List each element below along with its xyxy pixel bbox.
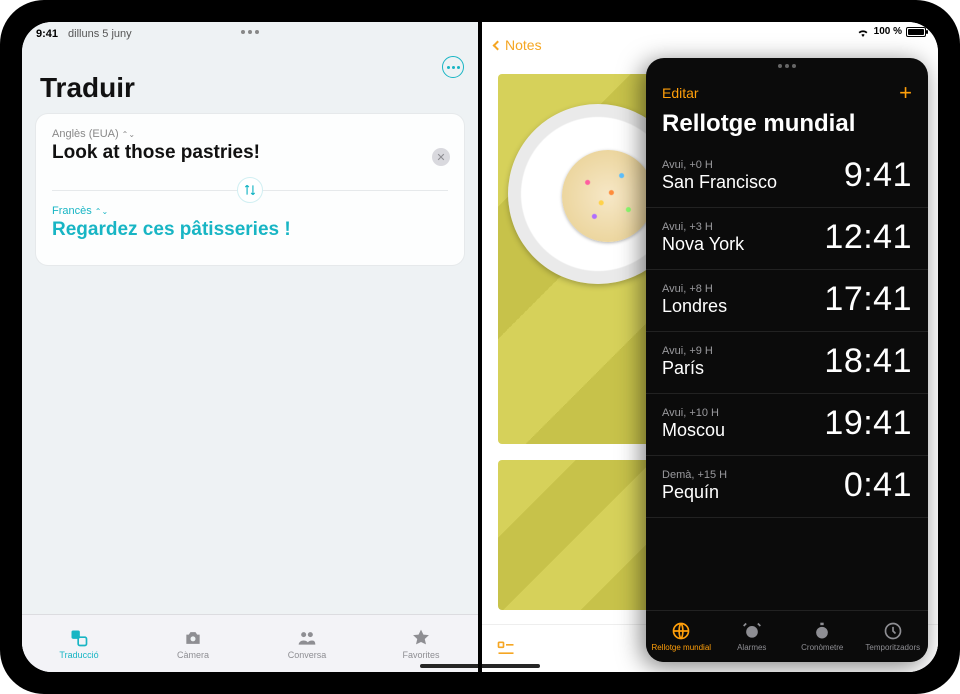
tab-stopwatch[interactable]: Cronòmetre — [787, 611, 858, 662]
translate-app: 9:41 dilluns 5 juny Traduir Anglès (EUA)… — [22, 22, 478, 672]
chevron-left-icon — [493, 40, 503, 50]
tab-label: Càmera — [177, 650, 209, 660]
clock-time: 18:41 — [824, 342, 912, 381]
clear-text-button[interactable]: ✕ — [432, 148, 450, 166]
translate-icon — [69, 628, 89, 648]
multitask-dots-icon[interactable] — [241, 30, 259, 34]
clock-row[interactable]: Avui, +3 H Nova York 12:41 — [646, 208, 928, 270]
clock-row[interactable]: Avui, +0 H San Francisco 9:41 — [646, 146, 928, 208]
clock-row[interactable]: Avui, +8 H Londres 17:41 — [646, 270, 928, 332]
tab-label: Cronòmetre — [801, 643, 843, 652]
timer-icon — [883, 621, 903, 641]
screen: 9:41 dilluns 5 juny Traduir Anglès (EUA)… — [22, 22, 938, 672]
clock-time: 9:41 — [844, 156, 912, 195]
plate-illustration — [508, 104, 658, 284]
globe-icon — [671, 621, 691, 641]
clock-tabbar: Rellotge mundial Alarmes Cronòmetre Temp… — [646, 610, 928, 662]
swap-languages-button[interactable] — [237, 177, 263, 203]
status-time: 9:41 — [36, 28, 58, 40]
chevron-updown-icon: ⌃⌄ — [95, 208, 108, 215]
world-clock-list[interactable]: Avui, +0 H San Francisco 9:41 Avui, +3 H… — [646, 146, 928, 610]
tab-conversation[interactable]: Conversa — [250, 615, 364, 672]
clock-city: Nova York — [662, 234, 744, 255]
note-image-2[interactable] — [498, 460, 658, 610]
clock-time: 19:41 — [824, 404, 912, 443]
tab-alarms[interactable]: Alarmes — [717, 611, 788, 662]
clock-title: Rellotge mundial — [646, 106, 928, 146]
tab-label: Alarmes — [737, 643, 766, 652]
clock-row[interactable]: Avui, +10 H Moscou 19:41 — [646, 394, 928, 456]
more-options-button[interactable] — [442, 56, 464, 78]
tab-label: Temporitzadors — [865, 643, 920, 652]
battery-percent: 100 % — [874, 26, 902, 37]
tab-camera[interactable]: Càmera — [136, 615, 250, 672]
translated-text: Regardez ces pâtisseries ! — [52, 219, 448, 241]
alarm-icon — [742, 621, 762, 641]
ipad-frame: 9:41 dilluns 5 juny Traduir Anglès (EUA)… — [0, 0, 960, 694]
notes-back-label: Notes — [505, 37, 542, 53]
wifi-icon — [856, 27, 870, 37]
note-image-1[interactable] — [498, 74, 658, 444]
home-indicator[interactable] — [420, 664, 540, 668]
tab-label: Traducció — [59, 650, 98, 660]
clock-row[interactable]: Avui, +9 H París 18:41 — [646, 332, 928, 394]
camera-icon — [183, 628, 203, 648]
clock-row[interactable]: Demà, +15 H Pequín 0:41 — [646, 456, 928, 518]
source-text[interactable]: Look at those pastries! — [52, 142, 448, 164]
clock-offset: Avui, +3 H — [662, 221, 744, 233]
tab-label: Rellotge mundial — [651, 643, 711, 652]
clock-slideover[interactable]: Editar + Rellotge mundial Avui, +0 H San… — [646, 58, 928, 662]
tab-label: Conversa — [288, 650, 327, 660]
card-divider — [52, 190, 448, 191]
source-language-label: Anglès (EUA) — [52, 128, 119, 140]
tab-label: Favorites — [402, 650, 439, 660]
tab-world-clock[interactable]: Rellotge mundial — [646, 611, 717, 662]
tab-timers[interactable]: Temporitzadors — [858, 611, 929, 662]
clock-city: Londres — [662, 296, 727, 317]
clock-city: Moscou — [662, 420, 725, 441]
status-bar-right: 100 % — [856, 26, 926, 37]
page-title: Traduir — [22, 42, 478, 114]
star-icon — [411, 628, 431, 648]
stopwatch-icon — [812, 621, 832, 641]
clock-time: 17:41 — [824, 280, 912, 319]
notes-app: 100 % Notes — [482, 22, 938, 672]
clock-offset: Avui, +8 H — [662, 283, 727, 295]
status-date: dilluns 5 juny — [68, 28, 132, 40]
chevron-updown-icon: ⌃⌄ — [122, 131, 135, 138]
people-icon — [297, 628, 317, 648]
clock-offset: Avui, +0 H — [662, 159, 777, 171]
battery-icon — [906, 27, 926, 37]
clock-city: París — [662, 358, 713, 379]
translate-tabbar: Traducció Càmera Conversa Favorites — [22, 614, 478, 672]
checklist-icon[interactable] — [496, 639, 516, 659]
target-language-label: Francès — [52, 205, 92, 217]
clock-offset: Avui, +9 H — [662, 345, 713, 357]
clock-city: Pequín — [662, 482, 727, 503]
slideover-handle-icon[interactable] — [778, 64, 796, 68]
edit-button[interactable]: Editar — [662, 85, 699, 101]
clock-time: 12:41 — [824, 218, 912, 257]
swap-icon — [243, 183, 257, 197]
add-clock-button[interactable]: + — [899, 82, 912, 104]
clock-offset: Demà, +15 H — [662, 469, 727, 481]
clock-time: 0:41 — [844, 466, 912, 505]
source-language-picker[interactable]: Anglès (EUA) ⌃⌄ — [52, 128, 448, 140]
cookie-illustration — [562, 150, 654, 242]
clock-city: San Francisco — [662, 172, 777, 193]
target-language-picker[interactable]: Francès ⌃⌄ — [52, 205, 448, 217]
tab-translation[interactable]: Traducció — [22, 615, 136, 672]
clock-offset: Avui, +10 H — [662, 407, 725, 419]
translation-card: Anglès (EUA) ⌃⌄ Look at those pastries! … — [36, 114, 464, 265]
